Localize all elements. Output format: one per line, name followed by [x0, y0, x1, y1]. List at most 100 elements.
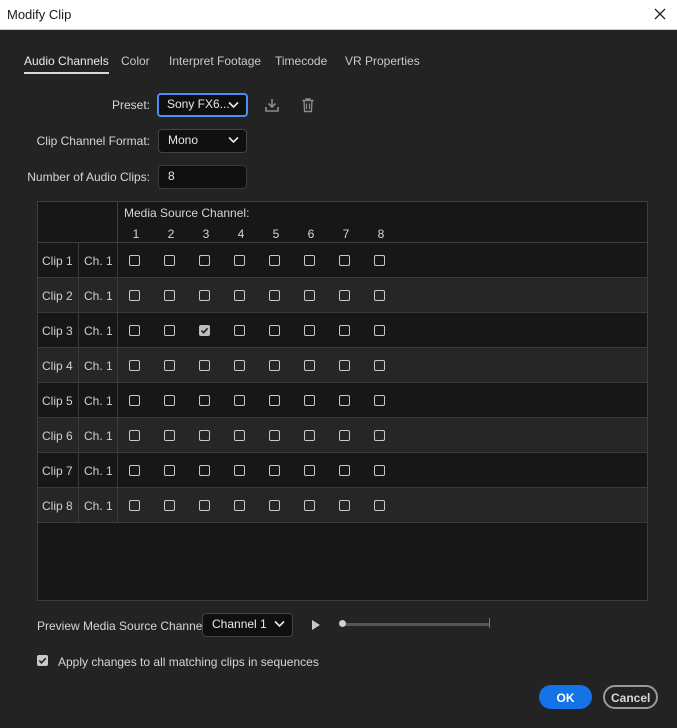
channel-checkbox[interactable] — [269, 290, 280, 301]
channel-checkbox[interactable] — [304, 465, 315, 476]
channel-checkbox[interactable] — [234, 395, 245, 406]
play-icon[interactable] — [311, 619, 321, 631]
chevron-down-icon — [228, 101, 239, 109]
channel-checkbox[interactable] — [234, 290, 245, 301]
table-row: Clip 4 Ch. 1 — [38, 348, 647, 383]
trash-icon[interactable] — [300, 97, 316, 113]
preset-dropdown[interactable]: Sony FX6... — [157, 93, 248, 117]
channel-checkbox[interactable] — [234, 360, 245, 371]
preview-slider-thumb[interactable] — [339, 620, 346, 627]
channel-number: 5 — [272, 227, 280, 241]
channel-checkbox[interactable] — [374, 325, 385, 336]
channel-checkbox[interactable] — [164, 255, 175, 266]
channel-checkbox[interactable] — [339, 325, 350, 336]
channel-checkbox[interactable] — [164, 500, 175, 511]
cancel-button[interactable]: Cancel — [603, 685, 658, 709]
channel-checkbox[interactable] — [339, 255, 350, 266]
channel-checkbox[interactable] — [164, 290, 175, 301]
channel-checkbox[interactable] — [199, 465, 210, 476]
channel-checkbox[interactable] — [304, 395, 315, 406]
channel-checkbox[interactable] — [339, 360, 350, 371]
channel-checkbox[interactable] — [129, 255, 140, 266]
clip-label: Clip 8 — [42, 499, 73, 513]
channel-checkbox[interactable] — [304, 360, 315, 371]
table-row: Clip 8 Ch. 1 — [38, 488, 647, 523]
channel-checkbox[interactable] — [199, 325, 210, 336]
channel-checkbox[interactable] — [374, 395, 385, 406]
channel-checkbox[interactable] — [129, 360, 140, 371]
table-row: Clip 7 Ch. 1 — [38, 453, 647, 488]
chevron-down-icon — [274, 620, 285, 628]
channel-checkbox[interactable] — [269, 500, 280, 511]
num-audio-clips-input[interactable]: 8 — [158, 165, 247, 189]
channel-checkbox[interactable] — [339, 395, 350, 406]
preview-slider-track[interactable] — [342, 623, 490, 626]
channel-checkbox[interactable] — [374, 465, 385, 476]
download-icon[interactable] — [264, 97, 280, 113]
channel-checkbox[interactable] — [374, 290, 385, 301]
channel-checkbox[interactable] — [269, 360, 280, 371]
channel-checkbox[interactable] — [199, 290, 210, 301]
row-divider — [117, 418, 118, 452]
channel-checkbox[interactable] — [129, 465, 140, 476]
channel-checkbox[interactable] — [269, 430, 280, 441]
channel-checkbox[interactable] — [129, 430, 140, 441]
channel-checkbox[interactable] — [234, 430, 245, 441]
tab-vr-properties[interactable]: VR Properties — [345, 54, 420, 68]
channel-checkbox[interactable] — [304, 290, 315, 301]
clip-channel-format-dropdown[interactable]: Mono — [158, 129, 247, 153]
channel-checkbox[interactable] — [304, 500, 315, 511]
clip-label: Clip 1 — [42, 254, 73, 268]
channel-checkbox[interactable] — [164, 395, 175, 406]
tab-audio-channels[interactable]: Audio Channels — [24, 54, 109, 74]
channel-checkbox[interactable] — [234, 465, 245, 476]
channel-checkbox[interactable] — [164, 465, 175, 476]
channel-checkbox[interactable] — [199, 255, 210, 266]
tab-timecode[interactable]: Timecode — [275, 54, 327, 68]
channel-checkbox[interactable] — [129, 500, 140, 511]
apply-all-checkbox[interactable] — [37, 655, 48, 666]
channel-checkbox[interactable] — [199, 360, 210, 371]
preview-channel-dropdown[interactable]: Channel 1 — [202, 613, 293, 637]
table-row: Clip 2 Ch. 1 — [38, 278, 647, 313]
channel-checkbox[interactable] — [129, 325, 140, 336]
channel-checkbox[interactable] — [234, 325, 245, 336]
channel-checkbox[interactable] — [234, 500, 245, 511]
channel-checkbox[interactable] — [339, 290, 350, 301]
media-source-channel-header: Media Source Channel: — [124, 206, 250, 220]
channel-checkbox[interactable] — [339, 500, 350, 511]
channel-checkbox[interactable] — [339, 465, 350, 476]
channel-checkbox[interactable] — [129, 395, 140, 406]
channel-number: 2 — [167, 227, 175, 241]
ok-button[interactable]: OK — [539, 685, 592, 709]
clip-channel-format-label: Clip Channel Format: — [36, 134, 150, 148]
channel-checkbox[interactable] — [164, 430, 175, 441]
channel-checkbox[interactable] — [269, 395, 280, 406]
channel-checkbox[interactable] — [304, 255, 315, 266]
channel-checkbox[interactable] — [164, 325, 175, 336]
channel-checkbox[interactable] — [339, 430, 350, 441]
channel-checkbox[interactable] — [374, 430, 385, 441]
channel-checkbox[interactable] — [374, 255, 385, 266]
channel-checkbox[interactable] — [374, 360, 385, 371]
channel-checkbox[interactable] — [269, 325, 280, 336]
channel-number: 6 — [307, 227, 315, 241]
channel-checkbox[interactable] — [199, 395, 210, 406]
channel-checkbox[interactable] — [269, 255, 280, 266]
channel-checkbox[interactable] — [199, 430, 210, 441]
channel-checkbox[interactable] — [199, 500, 210, 511]
grid-header-corner — [38, 202, 118, 243]
channel-checkbox[interactable] — [234, 255, 245, 266]
channel-checkbox[interactable] — [164, 360, 175, 371]
close-icon[interactable] — [649, 3, 671, 25]
channel-checkbox[interactable] — [304, 325, 315, 336]
tab-interpret-footage[interactable]: Interpret Footage — [169, 54, 261, 68]
channel-checkbox[interactable] — [129, 290, 140, 301]
channel-checkbox[interactable] — [269, 465, 280, 476]
tab-color[interactable]: Color — [121, 54, 150, 68]
channel-checkbox[interactable] — [374, 500, 385, 511]
clip-label: Clip 3 — [42, 324, 73, 338]
clip-channel-label: Ch. 1 — [84, 394, 113, 408]
row-divider — [117, 278, 118, 312]
channel-checkbox[interactable] — [304, 430, 315, 441]
